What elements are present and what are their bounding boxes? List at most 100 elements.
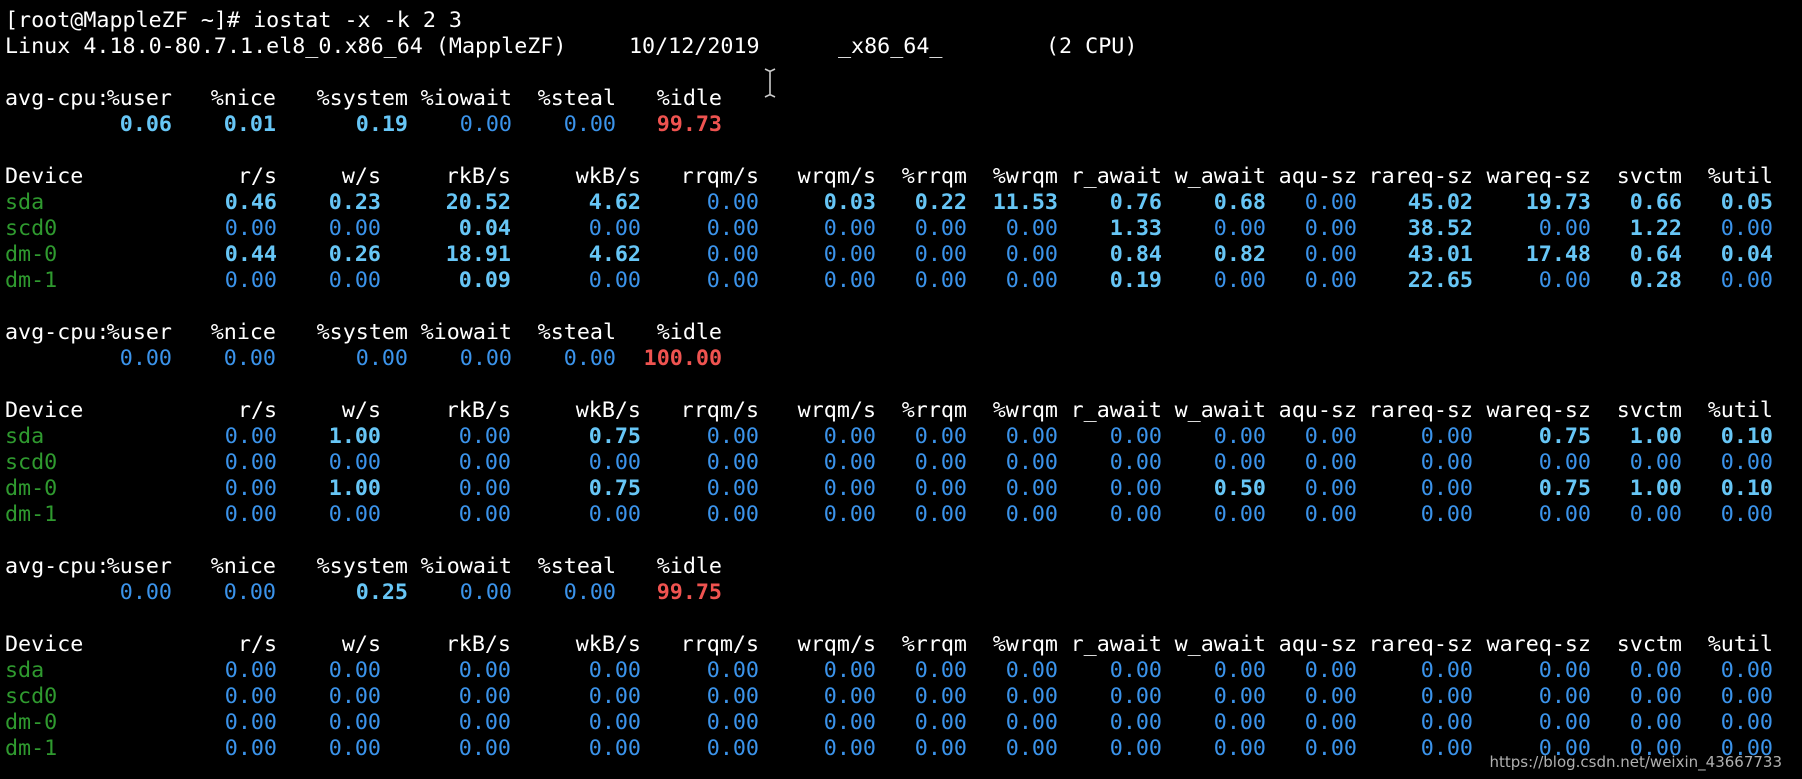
device-value: 0.00 bbox=[588, 684, 641, 709]
device-value: 0.00 bbox=[914, 450, 967, 475]
cpu-values-row: 0.00 0.00 0.00 0.00 0.00 100.00 bbox=[5, 346, 1802, 372]
device-value: 0.75 bbox=[1538, 424, 1591, 449]
device-value: 1.00 bbox=[1629, 424, 1682, 449]
device-value: 0.00 bbox=[1304, 502, 1357, 527]
terminal-output[interactable]: [root@MappleZF ~]# iostat -x -k 2 3 Linux… bbox=[5, 8, 1802, 762]
device-col-header: Device bbox=[5, 632, 84, 657]
device-value: 0.00 bbox=[914, 268, 967, 293]
device-value: 0.19 bbox=[1109, 268, 1162, 293]
device-value: 0.00 bbox=[588, 710, 641, 735]
device-col-header: svctm bbox=[1616, 164, 1682, 189]
avg-cpu-label: avg-cpu: bbox=[5, 554, 110, 579]
device-value: 0.00 bbox=[458, 736, 511, 761]
cpu-col-header: %nice bbox=[210, 86, 276, 111]
device-value: 0.00 bbox=[1213, 502, 1266, 527]
report-date: 10/12/2019 bbox=[629, 34, 760, 59]
device-col-header: svctm bbox=[1616, 632, 1682, 657]
device-value: 0.00 bbox=[1109, 502, 1162, 527]
device-value: 0.50 bbox=[1213, 476, 1266, 501]
device-col-header: %wrqm bbox=[992, 164, 1058, 189]
device-value: 0.00 bbox=[914, 710, 967, 735]
cpu-col-header: %user bbox=[106, 86, 172, 111]
device-row: sda 0.00 1.00 0.00 0.75 0.00 0.00 0.00 0.00 0.00 0… bbox=[5, 424, 1802, 450]
device-row: scd0 0.00 0.00 0.00 0.00 0.00 0.00 0.00 0.00 0.00… bbox=[5, 684, 1802, 710]
cpu-col-header: %user bbox=[106, 554, 172, 579]
device-value: 0.10 bbox=[1720, 424, 1773, 449]
device-value: 0.00 bbox=[823, 242, 876, 267]
device-value: 0.00 bbox=[224, 736, 277, 761]
avg-cpu-label: avg-cpu: bbox=[5, 86, 110, 111]
device-value: 18.91 bbox=[445, 242, 511, 267]
device-value: 1.00 bbox=[328, 424, 381, 449]
device-col-header: wkB/s bbox=[575, 398, 641, 423]
device-value: 0.00 bbox=[1213, 710, 1266, 735]
device-value: 1.00 bbox=[328, 476, 381, 501]
device-value: 0.00 bbox=[914, 216, 967, 241]
device-value: 0.00 bbox=[1629, 450, 1682, 475]
cpu-col-header: %steal bbox=[537, 554, 616, 579]
device-value: 0.00 bbox=[458, 684, 511, 709]
device-value: 0.00 bbox=[823, 476, 876, 501]
device-value: 0.00 bbox=[1304, 268, 1357, 293]
device-value: 0.04 bbox=[1720, 242, 1773, 267]
device-value: 0.00 bbox=[1420, 476, 1473, 501]
device-name: dm-1 bbox=[5, 268, 58, 293]
device-value: 0.00 bbox=[706, 710, 759, 735]
device-col-header: Device bbox=[5, 164, 84, 189]
device-value: 0.76 bbox=[1109, 190, 1162, 215]
device-value: 0.00 bbox=[1720, 684, 1773, 709]
cpu-col-header: %system bbox=[316, 86, 408, 111]
device-value: 0.00 bbox=[1005, 476, 1058, 501]
device-value: 0.00 bbox=[1109, 450, 1162, 475]
device-value: 0.00 bbox=[1304, 242, 1357, 267]
device-col-header: aqu-sz bbox=[1278, 398, 1357, 423]
device-name: dm-0 bbox=[5, 710, 58, 735]
device-col-header: rrqm/s bbox=[680, 164, 759, 189]
device-col-header: rrqm/s bbox=[680, 398, 759, 423]
device-value: 0.00 bbox=[1213, 450, 1266, 475]
device-name: dm-0 bbox=[5, 242, 58, 267]
device-value: 45.02 bbox=[1407, 190, 1473, 215]
device-col-header: %wrqm bbox=[992, 398, 1058, 423]
device-value: 0.03 bbox=[823, 190, 876, 215]
device-col-header: %rrqm bbox=[901, 632, 967, 657]
device-row: dm-0 0.00 1.00 0.00 0.75 0.00 0.00 0.00 0.00 0.00… bbox=[5, 476, 1802, 502]
device-value: 0.84 bbox=[1109, 242, 1162, 267]
device-value: 0.00 bbox=[224, 684, 277, 709]
device-value: 0.00 bbox=[1005, 684, 1058, 709]
device-value: 0.66 bbox=[1629, 190, 1682, 215]
device-col-header: rareq-sz bbox=[1368, 164, 1473, 189]
device-value: 0.75 bbox=[1538, 476, 1591, 501]
device-col-header: %wrqm bbox=[992, 632, 1058, 657]
device-col-header: w_await bbox=[1174, 164, 1266, 189]
device-value: 0.00 bbox=[1213, 424, 1266, 449]
device-value: 0.00 bbox=[224, 450, 277, 475]
device-header-row: Device r/s w/s rkB/s wkB/s rrqm/s wrqm/s %rrqm%… bbox=[5, 164, 1802, 190]
device-value: 0.00 bbox=[1213, 268, 1266, 293]
device-row: dm-0 0.00 0.00 0.00 0.00 0.00 0.00 0.00 0.00 0.00… bbox=[5, 710, 1802, 736]
device-value: 0.00 bbox=[706, 476, 759, 501]
device-value: 0.00 bbox=[588, 736, 641, 761]
device-value: 0.00 bbox=[1109, 424, 1162, 449]
device-col-header: r/s bbox=[237, 632, 277, 657]
device-value: 0.26 bbox=[328, 242, 381, 267]
device-value: 0.46 bbox=[224, 190, 277, 215]
cpu-value: 0.00 bbox=[223, 346, 276, 371]
device-value: 0.00 bbox=[328, 450, 381, 475]
device-value: 0.00 bbox=[1304, 684, 1357, 709]
device-value: 0.00 bbox=[823, 736, 876, 761]
device-col-header: r_await bbox=[1070, 164, 1162, 189]
device-value: 0.00 bbox=[1213, 684, 1266, 709]
device-value: 0.00 bbox=[328, 502, 381, 527]
device-value: 0.00 bbox=[224, 502, 277, 527]
device-value: 0.00 bbox=[1629, 502, 1682, 527]
device-col-header: r/s bbox=[237, 164, 277, 189]
device-value: 0.00 bbox=[1304, 216, 1357, 241]
device-value: 0.64 bbox=[1629, 242, 1682, 267]
device-value: 0.00 bbox=[1213, 736, 1266, 761]
device-value: 0.00 bbox=[224, 424, 277, 449]
device-value: 0.00 bbox=[588, 216, 641, 241]
cpu-col-header: %iowait bbox=[420, 320, 512, 345]
cpu-value: 0.06 bbox=[119, 112, 172, 137]
